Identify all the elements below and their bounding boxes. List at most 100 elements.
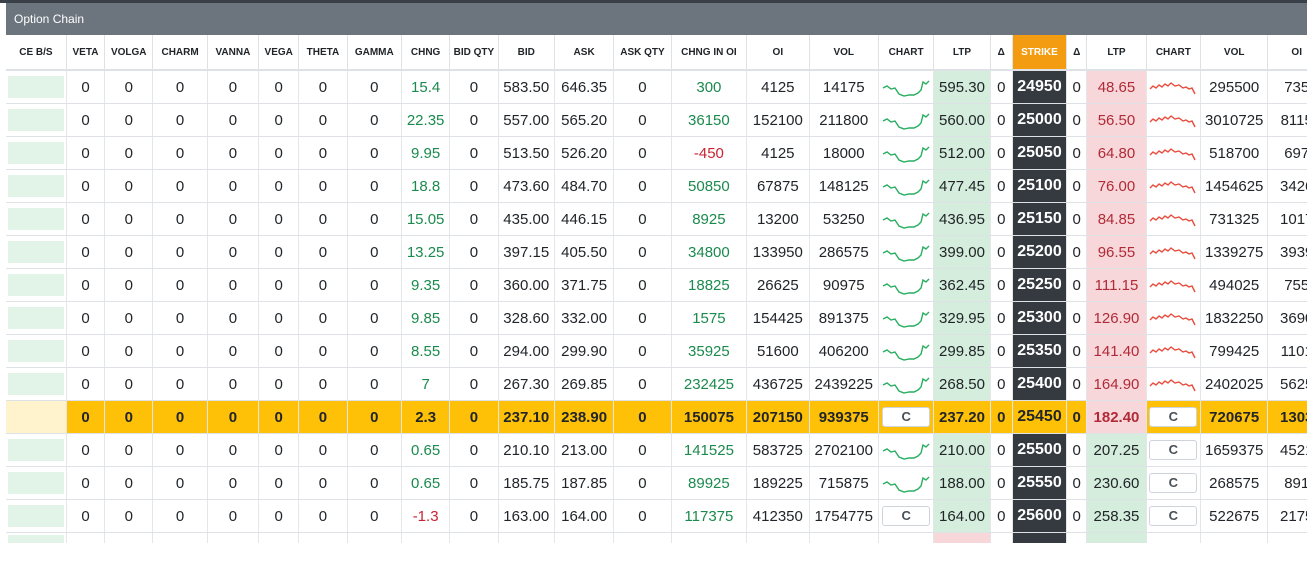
header-pe-chart[interactable]: CHART [1146, 35, 1202, 71]
buy-sell-button[interactable] [8, 406, 64, 428]
header-vanna[interactable]: VANNA [207, 35, 260, 71]
ce-ltp-cell[interactable]: 268.50 [933, 367, 991, 401]
header-pe-ltp[interactable]: LTP [1086, 35, 1147, 71]
ce-chart-cell[interactable] [878, 235, 935, 269]
strike-cell[interactable]: 25450 [1012, 400, 1068, 434]
pe-ltp-cell[interactable]: 230.60 [1086, 466, 1147, 500]
ce-buy-sell-cell[interactable] [6, 466, 67, 500]
buy-sell-button[interactable] [8, 439, 64, 461]
ce-buy-sell-cell[interactable] [6, 367, 67, 401]
header-gamma[interactable]: GAMMA [347, 35, 402, 71]
ce-chart-cell[interactable] [878, 268, 935, 302]
strike-cell[interactable]: 24950 [1012, 70, 1068, 104]
header-strike[interactable]: STRIKE [1012, 35, 1068, 71]
ce-ltp-cell[interactable]: 436.95 [933, 202, 991, 236]
pe-chart-cell[interactable] [1146, 235, 1202, 269]
ce-buy-sell-cell[interactable] [6, 433, 67, 467]
table-row[interactable]: 0 0 0 0 0 0 0 9.95 0 513.50 526.20 0 -450 4125 18000 51… [6, 136, 1307, 170]
header-chng[interactable]: CHNG [401, 35, 451, 71]
table-row[interactable]: 0 0 0 0 0 0 0 8.55 0 294.00 299.90 0 35925 51600 40620… [6, 334, 1307, 368]
buy-sell-button[interactable] [8, 340, 64, 362]
ce-buy-sell-cell[interactable] [6, 334, 67, 368]
pe-chart-cell[interactable]: C [1146, 400, 1202, 434]
ce-chart-cell[interactable] [878, 433, 935, 467]
pe-ltp-cell[interactable]: 56.50 [1086, 103, 1147, 137]
table-row[interactable]: 0 0 0 0 0 0 0 0.65 0 210.10 213.00 0 141525 583725 270… [6, 433, 1307, 467]
buy-sell-button[interactable] [8, 241, 64, 263]
ce-ltp-cell[interactable]: 362.45 [933, 268, 991, 302]
ce-ltp-cell[interactable]: 188.00 [933, 466, 991, 500]
ce-chart-cell[interactable] [878, 367, 935, 401]
header-pe-vol[interactable]: VOL [1200, 35, 1269, 71]
ce-chart-cell[interactable] [878, 466, 935, 500]
strike-cell[interactable]: 25100 [1012, 169, 1068, 203]
table-row[interactable]: 0 0 0 0 0 0 0 15.4 0 583.50 646.35 0 300 4125 14175 595… [6, 70, 1307, 104]
strike-cell[interactable]: 25050 [1012, 136, 1068, 170]
strike-cell[interactable]: 25350 [1012, 334, 1068, 368]
ce-buy-sell-cell[interactable] [6, 202, 67, 236]
buy-sell-button[interactable] [8, 307, 64, 329]
pe-ltp-cell[interactable]: 258.35 [1086, 499, 1147, 533]
ce-ltp-cell[interactable]: 512.00 [933, 136, 991, 170]
header-chart[interactable]: CHART [878, 35, 935, 71]
ce-chart-cell[interactable] [878, 301, 935, 335]
pe-chart-cell[interactable]: C [1146, 466, 1202, 500]
ce-ltp-cell[interactable]: 329.95 [933, 301, 991, 335]
ce-chart-cell[interactable] [878, 202, 935, 236]
pe-ltp-cell[interactable]: 111.15 [1086, 268, 1147, 302]
ce-buy-sell-cell[interactable] [6, 268, 67, 302]
buy-sell-button[interactable] [8, 208, 64, 230]
buy-sell-button[interactable] [8, 505, 64, 527]
table-row[interactable]: 0 0 0 0 0 0 0 15.05 0 435.00 446.15 0 8925 13200 53250… [6, 202, 1307, 236]
table-row[interactable]: 0 0 0 0 0 0 0 18.8 0 473.60 484.70 0 50850 67875 14812… [6, 169, 1307, 203]
header-chng-in-oi[interactable]: CHNG IN OI [671, 35, 748, 71]
pe-chart-cell[interactable] [1146, 169, 1202, 203]
header-volga[interactable]: VOLGA [104, 35, 154, 71]
pe-chart-cell[interactable] [1146, 202, 1202, 236]
header-bid-qty[interactable]: BID QTY [449, 35, 499, 71]
ce-buy-sell-cell[interactable] [6, 301, 67, 335]
header-theta[interactable]: THETA [298, 35, 348, 71]
pe-ltp-cell[interactable]: 84.85 [1086, 202, 1147, 236]
ce-chart-cell[interactable] [878, 334, 935, 368]
ce-ltp-cell[interactable]: 595.30 [933, 70, 991, 104]
header-veta[interactable]: VETA [66, 35, 106, 71]
pe-chart-cell[interactable] [1146, 301, 1202, 335]
pe-ltp-cell[interactable]: 48.65 [1086, 70, 1147, 104]
header-pe-delta[interactable]: Δ [1066, 35, 1088, 71]
buy-sell-button[interactable] [8, 76, 64, 98]
buy-sell-button[interactable] [8, 373, 64, 395]
ce-chart-cell[interactable] [878, 169, 935, 203]
ce-buy-sell-cell[interactable] [6, 103, 67, 137]
buy-sell-button[interactable] [8, 472, 64, 494]
ce-chart-cell[interactable]: C [878, 499, 935, 533]
pe-chart-cell[interactable] [1146, 268, 1202, 302]
ce-ltp-cell[interactable]: 477.45 [933, 169, 991, 203]
ce-chart-cell[interactable] [878, 136, 935, 170]
strike-cell[interactable]: 25150 [1012, 202, 1068, 236]
ce-buy-sell-cell[interactable] [6, 235, 67, 269]
pe-chart-cell[interactable] [1146, 103, 1202, 137]
header-bid[interactable]: BID [498, 35, 555, 71]
strike-cell[interactable]: 25600 [1012, 499, 1068, 533]
ce-ltp-cell[interactable]: 560.00 [933, 103, 991, 137]
ce-ltp-cell[interactable]: 237.20 [933, 400, 991, 434]
table-row[interactable]: 0 0 0 0 0 0 0 9.35 0 360.00 371.75 0 18825 26625 90975… [6, 268, 1307, 302]
pe-chart-cell[interactable] [1146, 136, 1202, 170]
ce-ltp-cell[interactable]: 164.00 [933, 499, 991, 533]
buy-sell-button[interactable] [8, 142, 64, 164]
strike-cell[interactable]: 25550 [1012, 466, 1068, 500]
pe-ltp-cell[interactable]: 76.00 [1086, 169, 1147, 203]
pe-chart-cell[interactable] [1146, 334, 1202, 368]
header-ask-qty[interactable]: ASK QTY [613, 35, 672, 71]
header-ask[interactable]: ASK [554, 35, 615, 71]
strike-cell[interactable]: 25200 [1012, 235, 1068, 269]
header-pe-oi[interactable]: OI [1267, 35, 1307, 71]
header-delta[interactable]: Δ [990, 35, 1013, 71]
buy-sell-button[interactable] [8, 109, 64, 131]
pe-ltp-cell[interactable]: 96.55 [1086, 235, 1147, 269]
pe-ltp-cell[interactable]: 182.40 [1086, 400, 1147, 434]
pe-ltp-cell[interactable]: 126.90 [1086, 301, 1147, 335]
buy-sell-button[interactable] [8, 175, 64, 197]
pe-ltp-cell[interactable]: 207.25 [1086, 433, 1147, 467]
